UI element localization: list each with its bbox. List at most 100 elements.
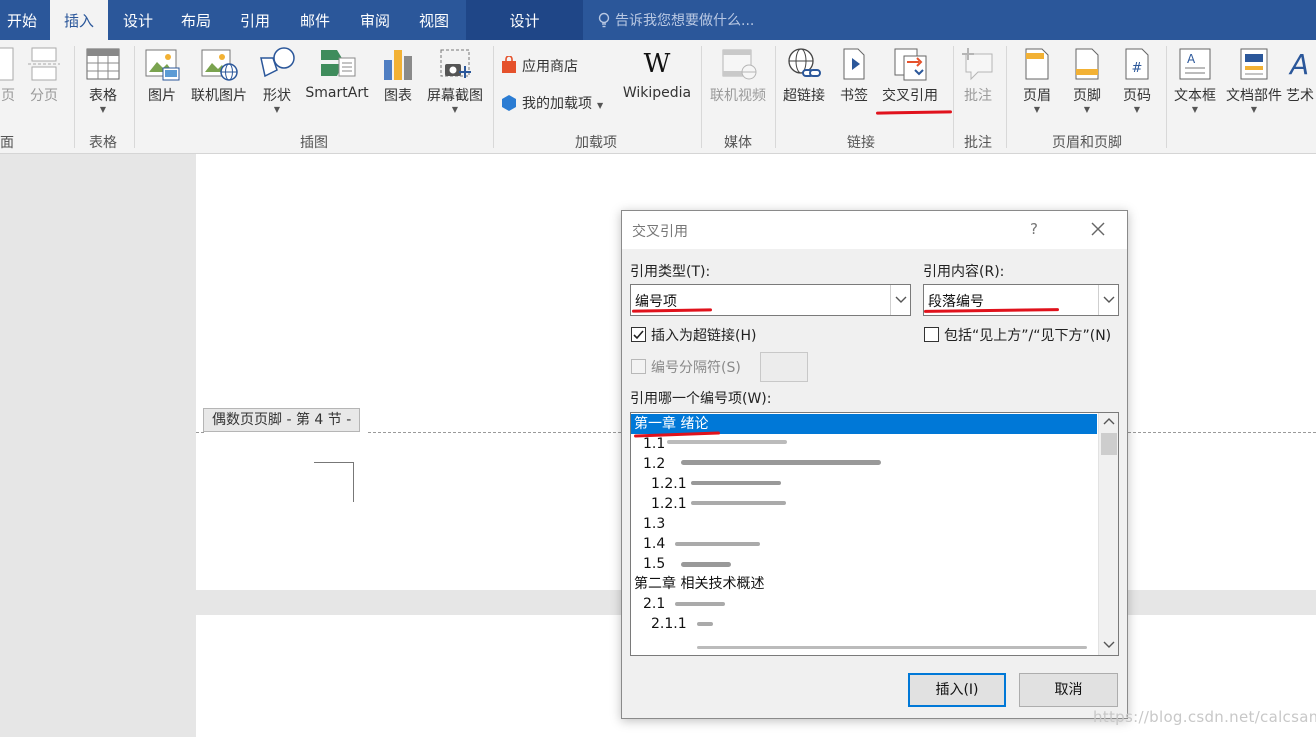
tab-mailings[interactable]: 邮件 — [286, 0, 344, 40]
crop-mark — [314, 462, 354, 463]
online-video-button[interactable]: 联机视频 — [706, 46, 770, 105]
bookmark-icon — [843, 48, 865, 80]
list-item[interactable]: 1.2 — [643, 454, 665, 474]
chevron-down-icon: ▼ — [273, 105, 281, 114]
svg-text:#: # — [1132, 61, 1143, 76]
separator-label: 编号分隔符(S) — [651, 360, 741, 376]
chart-label: 图表 — [384, 88, 412, 104]
app-store-button[interactable]: 应用商店 — [501, 55, 578, 76]
page-number-button[interactable]: # 页码 ▼ — [1114, 46, 1160, 115]
picture-button[interactable]: 图片 — [140, 46, 184, 105]
tab-home[interactable]: 开始 — [0, 0, 44, 40]
comment-icon — [962, 48, 993, 81]
group-label-tables: 表格 — [89, 135, 117, 151]
insert-hyperlink-label[interactable]: 插入为超链接(H) — [651, 325, 756, 345]
group-separator — [134, 46, 135, 148]
chart-button[interactable]: 图表 — [376, 46, 420, 105]
chevron-down-icon: ▼ — [99, 105, 107, 114]
page-break-icon — [28, 47, 60, 81]
list-item[interactable]: 1.5 — [643, 554, 665, 574]
tab-references[interactable]: 引用 — [226, 0, 284, 40]
numbered-items-list[interactable]: 第一章 绪论 1.1 1.2 1.2.1 1.2.1 1.3 1.4 1.5 第… — [630, 412, 1119, 656]
tell-me-search[interactable]: 告诉我您想要做什么... — [597, 0, 754, 40]
scroll-down-icon[interactable] — [1099, 635, 1119, 653]
chevron-down-icon: ▼ — [1133, 105, 1141, 114]
bookmark-button[interactable]: 书签 — [834, 46, 874, 105]
wikipedia-button[interactable]: W Wikipedia — [618, 46, 696, 101]
tab-layout[interactable]: 布局 — [168, 0, 224, 40]
tab-design[interactable]: 设计 — [110, 0, 166, 40]
film-icon — [722, 49, 757, 80]
chevron-down-icon[interactable] — [890, 285, 910, 315]
quick-parts-button[interactable]: 文档部件 ▼ — [1222, 46, 1286, 115]
lightbulb-icon — [598, 12, 610, 28]
list-scrollbar[interactable] — [1098, 413, 1118, 655]
screenshot-label: 屏幕截图 — [427, 88, 483, 104]
list-item[interactable]: 1.2.1 — [651, 494, 687, 514]
list-item[interactable]: 1.4 — [643, 534, 665, 554]
checkmark-icon — [633, 330, 644, 340]
addins-icon — [502, 95, 516, 111]
help-button[interactable]: ? — [1030, 220, 1038, 238]
picture-icon — [145, 49, 180, 81]
ribbon: 页 分页 面 表格 ▼ 表格 图片 联机图片 形状 ▼ SmartArt 图表 … — [0, 40, 1316, 154]
include-above-below-label[interactable]: 包括“见上方”/“见下方”(N) — [944, 325, 1111, 345]
list-item[interactable]: 2.1.1 — [651, 614, 687, 634]
tab-review[interactable]: 审阅 — [346, 0, 404, 40]
textbox-button[interactable]: A 文本框 ▼ — [1170, 46, 1220, 115]
shapes-button[interactable]: 形状 ▼ — [254, 46, 300, 115]
smartart-button[interactable]: SmartArt — [302, 46, 372, 101]
hyperlink-button[interactable]: 超链接 — [779, 46, 829, 105]
comment-button[interactable]: 批注 — [957, 46, 999, 105]
wordart-label: 艺术 — [1286, 88, 1314, 104]
redaction-mark — [697, 622, 713, 626]
tab-header-footer-design[interactable]: 设计 — [466, 0, 583, 40]
header-button[interactable]: 页眉 ▼ — [1014, 46, 1060, 115]
cross-reference-button[interactable]: 交叉引用 — [876, 46, 944, 105]
include-above-below-checkbox[interactable] — [924, 327, 939, 342]
svg-text:W: W — [644, 49, 671, 79]
close-icon[interactable] — [1088, 219, 1108, 239]
list-item[interactable]: 1.3 — [643, 514, 665, 534]
ribbon-tab-bar: 开始 插入 设计 布局 引用 邮件 审阅 视图 设计 告诉我您想要做什么... — [0, 0, 1316, 41]
footer-button[interactable]: 页脚 ▼ — [1064, 46, 1110, 115]
page-break-button[interactable]: 分页 — [24, 46, 64, 105]
footer-icon — [1075, 48, 1099, 80]
blank-page-button[interactable]: 页 — [0, 46, 20, 105]
textbox-icon: A — [1179, 48, 1211, 80]
screenshot-button[interactable]: 屏幕截图 ▼ — [422, 46, 488, 115]
insert-hyperlink-checkbox[interactable] — [631, 327, 646, 342]
dialog-titlebar[interactable]: 交叉引用 ? — [622, 211, 1127, 249]
footer-boundary-line — [196, 432, 204, 433]
chevron-down-icon: ▼ — [1250, 105, 1258, 114]
hyperlink-label: 超链接 — [783, 88, 825, 104]
header-label: 页眉 — [1023, 88, 1051, 104]
page-icon — [0, 47, 14, 81]
comment-label: 批注 — [964, 88, 992, 104]
list-item[interactable]: 1.2.1 — [651, 474, 687, 494]
group-separator — [1166, 46, 1167, 148]
store-bag-icon — [502, 55, 516, 73]
chevron-down-icon: ▼ — [451, 105, 459, 114]
reference-content-label: 引用内容(R): — [923, 264, 1005, 280]
insert-button[interactable]: 插入(I) — [908, 673, 1006, 707]
tab-insert[interactable]: 插入 — [50, 0, 108, 41]
chevron-down-icon[interactable] — [1098, 285, 1118, 315]
scroll-thumb[interactable] — [1101, 433, 1117, 455]
list-item[interactable]: 2.1 — [643, 594, 665, 614]
redaction-mark — [681, 460, 881, 465]
wordart-button[interactable]: A 艺术 — [1286, 46, 1316, 105]
list-item[interactable]: 第二章 相关技术概述 — [634, 574, 764, 594]
group-label-illustrations: 插图 — [300, 135, 328, 151]
table-button[interactable]: 表格 ▼ — [80, 46, 126, 115]
my-addins-button[interactable]: 我的加载项 ▼ — [501, 93, 603, 113]
annotation-underline — [875, 110, 953, 115]
scroll-up-icon[interactable] — [1099, 413, 1119, 431]
shapes-icon — [260, 47, 295, 78]
online-pictures-button[interactable]: 联机图片 — [186, 46, 252, 105]
list-item[interactable]: 第一章 绪论 — [631, 414, 1097, 434]
tab-view[interactable]: 视图 — [406, 0, 462, 40]
svg-text:A: A — [1187, 52, 1196, 66]
separator-input — [760, 352, 808, 382]
cancel-button[interactable]: 取消 — [1019, 673, 1118, 707]
